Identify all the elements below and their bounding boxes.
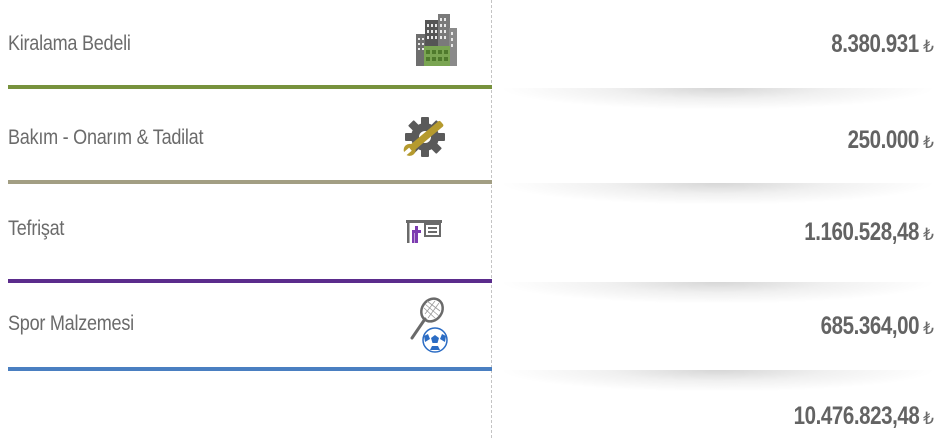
row-underline-kiralama-bedeli bbox=[8, 85, 492, 89]
building-icon bbox=[414, 10, 458, 68]
value-spor-malzemesi: 685.364,00 ₺ bbox=[799, 309, 934, 343]
amount-text: 250.000 bbox=[847, 126, 920, 154]
total-value: 10.476.823,48 ₺ bbox=[766, 399, 934, 433]
column-divider bbox=[491, 0, 492, 438]
furniture-icon bbox=[404, 216, 444, 244]
gear-wrench-icon bbox=[400, 114, 450, 160]
amount-text: 685.364,00 bbox=[820, 312, 920, 340]
value-kiralama-bedeli: 8.380.931 ₺ bbox=[812, 27, 934, 61]
currency-symbol: ₺ bbox=[923, 37, 934, 56]
row-underline-bakim-onarim bbox=[8, 180, 492, 184]
row-label-tefrisat: Tefrişat bbox=[8, 217, 65, 240]
value-tefrisat: 1.160.528,48 ₺ bbox=[779, 215, 934, 249]
amount-text: 1.160.528,48 bbox=[804, 218, 920, 246]
total-amount-text: 10.476.823,48 bbox=[793, 402, 920, 430]
currency-symbol: ₺ bbox=[923, 319, 934, 338]
row-shadow bbox=[498, 183, 938, 205]
row-label-bakim-onarim: Bakım - Onarım & Tadilat bbox=[8, 126, 204, 149]
row-underline-tefrisat bbox=[8, 279, 492, 283]
row-underline-spor-malzemesi bbox=[8, 367, 492, 371]
row-shadow bbox=[498, 282, 938, 304]
amount-text: 8.380.931 bbox=[831, 30, 920, 58]
currency-symbol: ₺ bbox=[923, 409, 934, 428]
row-label-spor-malzemesi: Spor Malzemesi bbox=[8, 312, 134, 335]
currency-symbol: ₺ bbox=[923, 133, 934, 152]
sports-equipment-icon bbox=[406, 296, 452, 354]
row-shadow bbox=[498, 370, 938, 392]
currency-symbol: ₺ bbox=[923, 225, 934, 244]
row-label-kiralama-bedeli: Kiralama Bedeli bbox=[8, 32, 131, 55]
row-shadow bbox=[498, 88, 938, 110]
value-bakim-onarim: 250.000 ₺ bbox=[832, 123, 934, 157]
